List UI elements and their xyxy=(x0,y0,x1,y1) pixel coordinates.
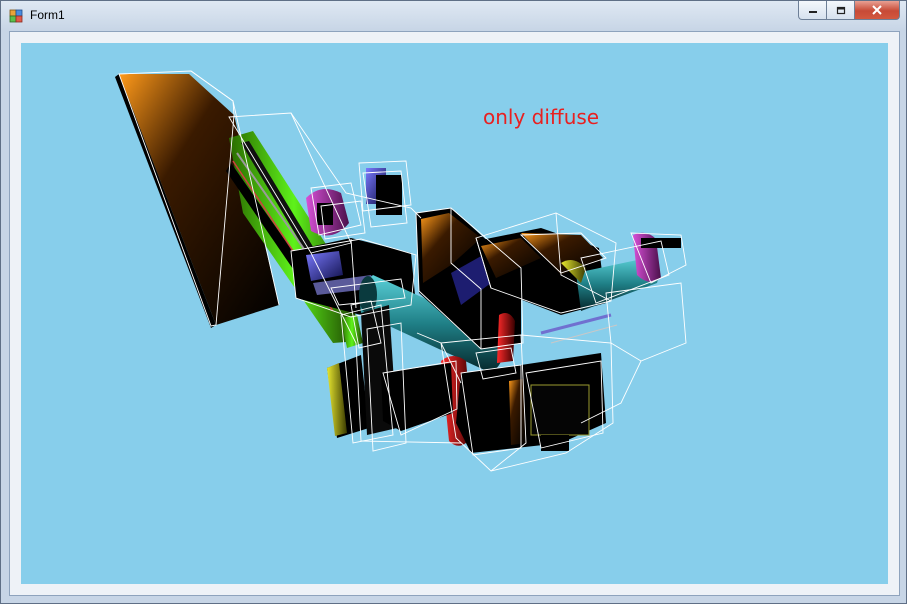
title-bar[interactable]: Form1 xyxy=(1,1,906,31)
close-icon xyxy=(872,5,882,15)
close-button[interactable] xyxy=(854,1,900,20)
form-client-area: only diffuse xyxy=(9,31,900,596)
3d-model-render xyxy=(115,70,687,472)
restore-icon xyxy=(836,6,845,14)
app-icon xyxy=(9,9,23,23)
minimize-button[interactable] xyxy=(798,1,827,20)
window-title: Form1 xyxy=(30,8,65,22)
maximize-button[interactable] xyxy=(826,1,855,20)
render-viewport[interactable]: only diffuse xyxy=(21,43,888,584)
app-window: Form1 only diffuse xyxy=(0,0,907,604)
minimize-icon xyxy=(808,11,817,13)
render-mode-label: only diffuse xyxy=(483,105,600,129)
window-controls xyxy=(798,1,900,21)
